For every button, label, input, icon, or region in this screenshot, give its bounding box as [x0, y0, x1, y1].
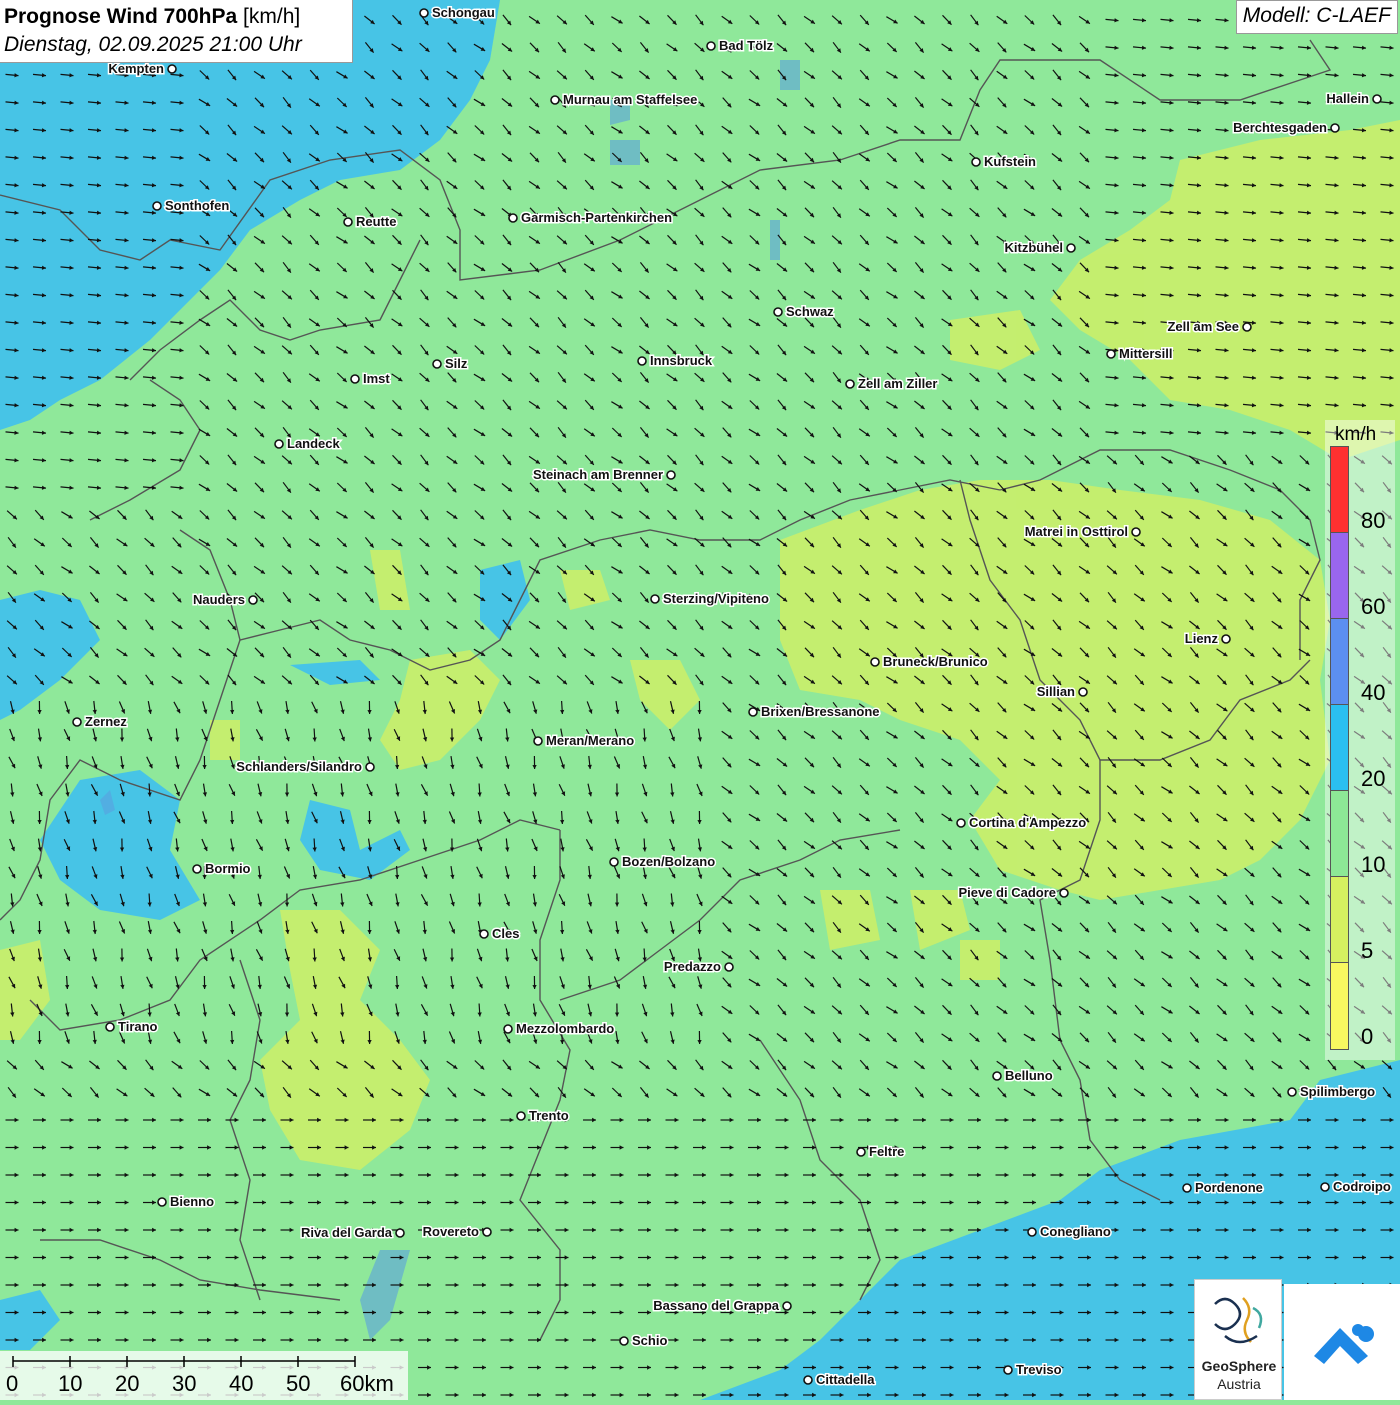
wind-map[interactable]: SchongauBad TölzKemptenMurnau am Staffel…: [0, 0, 1400, 1400]
